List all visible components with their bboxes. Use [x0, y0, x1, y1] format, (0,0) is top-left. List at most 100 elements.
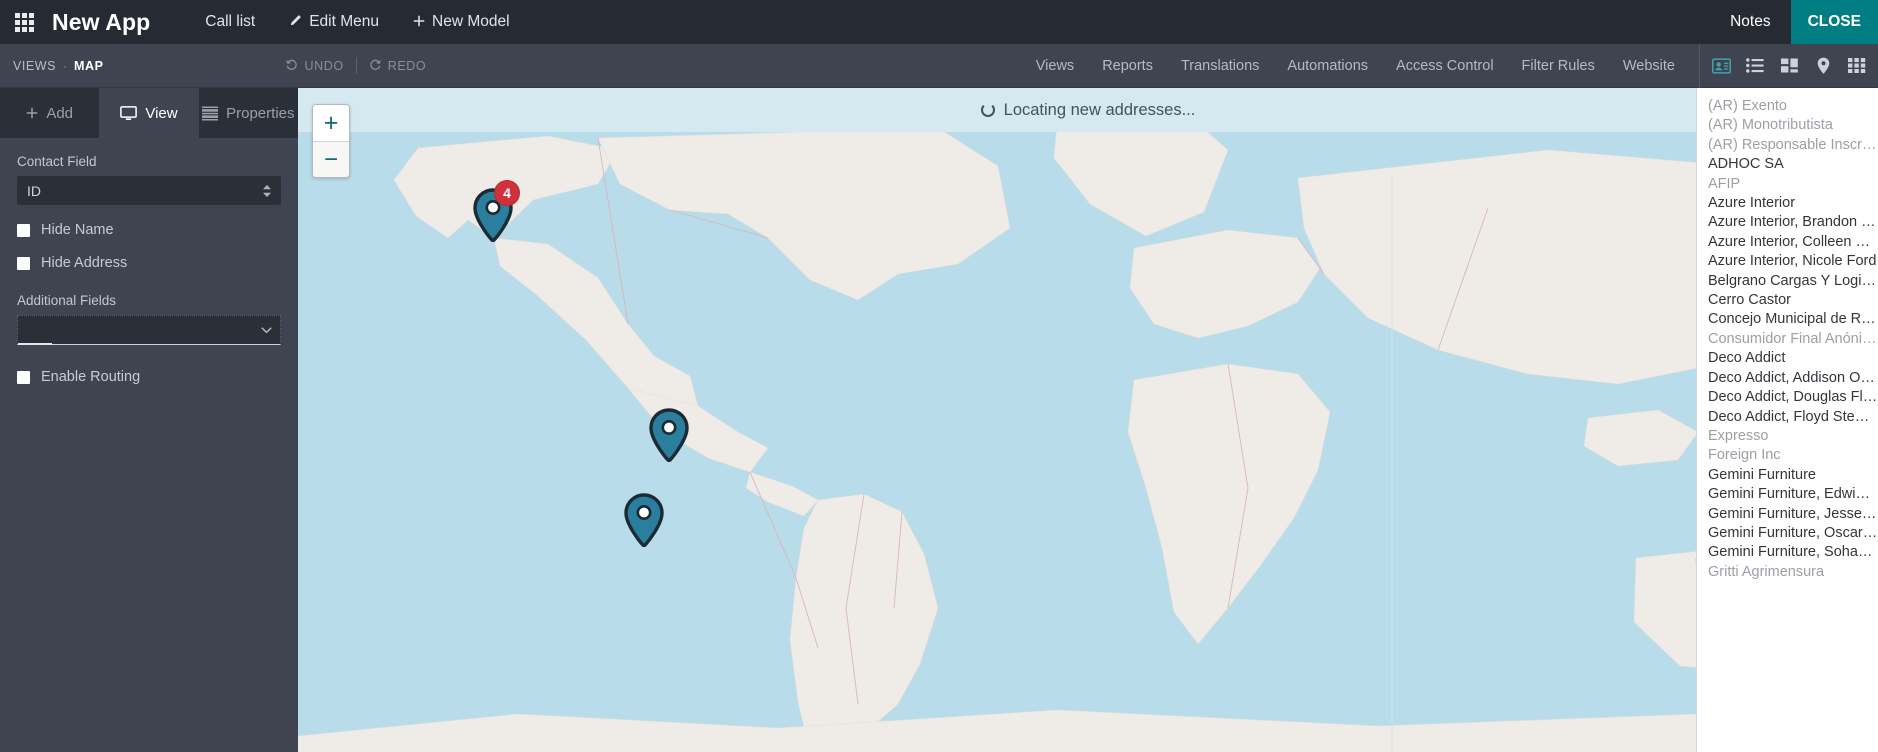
- undo-label: UNDO: [304, 58, 344, 73]
- toolbar-link-views[interactable]: Views: [1022, 58, 1088, 74]
- tab-view-label: View: [145, 104, 178, 122]
- nav-edit-menu-label: Edit Menu: [309, 13, 379, 30]
- undo-redo-group: UNDO REDO: [273, 57, 438, 74]
- toolbar-link-access-control[interactable]: Access Control: [1382, 58, 1508, 74]
- properties-icon: [202, 106, 219, 121]
- marker-argentina-south[interactable]: [623, 493, 665, 552]
- close-button[interactable]: CLOSE: [1790, 0, 1878, 44]
- grid-apps-icon: [14, 12, 34, 32]
- contact-list-item[interactable]: Gemini Furniture, Jesse Br…: [1708, 505, 1878, 524]
- map-view-icon[interactable]: [1806, 44, 1840, 88]
- contact-list-panel[interactable]: (AR) Exento (AR) Monotributista (AR) Respo…: [1696, 88, 1878, 752]
- contact-list-item[interactable]: AFIP: [1708, 175, 1878, 194]
- chevron-updown-icon: [262, 184, 272, 198]
- hide-name-checkbox[interactable]: [17, 223, 30, 237]
- contact-list-item[interactable]: Gemini Furniture, Oscar Mo…: [1708, 524, 1878, 543]
- world-map-graphic: [298, 88, 1878, 752]
- app-root: New App Call list Edit Menu New Model No…: [0, 0, 1878, 752]
- marker-argentina-north[interactable]: [648, 408, 690, 467]
- chevron-down-icon: [261, 321, 272, 339]
- contact-field-value: ID: [27, 182, 41, 199]
- tab-add[interactable]: Add: [0, 88, 100, 138]
- contact-list-item[interactable]: ADHOC SA: [1708, 155, 1878, 174]
- toolbar-link-filter-rules[interactable]: Filter Rules: [1508, 58, 1609, 74]
- redo-icon: [369, 58, 382, 74]
- nav-call-list-label: Call list: [205, 13, 256, 30]
- enable-routing-checkbox[interactable]: [17, 370, 30, 384]
- contact-list-item[interactable]: Gemini Furniture: [1708, 466, 1878, 485]
- contact-list-item[interactable]: Concejo Municipal de Rosa…: [1708, 310, 1878, 329]
- tab-properties-label: Properties: [226, 104, 295, 122]
- apps-grid-icon[interactable]: [0, 0, 48, 44]
- toolbar-link-reports[interactable]: Reports: [1088, 58, 1167, 74]
- contact-card-view-icon[interactable]: [1704, 44, 1738, 88]
- tab-add-label: Add: [46, 104, 74, 122]
- nav-item-notes[interactable]: Notes: [1710, 13, 1791, 31]
- nav-item-new-model[interactable]: New Model: [396, 13, 527, 31]
- list-view-icon[interactable]: [1738, 44, 1772, 88]
- spinner-icon: [980, 103, 995, 117]
- contact-list-item[interactable]: Foreign Inc: [1708, 446, 1878, 465]
- contact-list-item[interactable]: Deco Addict, Floyd Steward: [1708, 408, 1878, 427]
- kanban-view-icon[interactable]: [1772, 44, 1806, 88]
- toolbar-link-translations[interactable]: Translations: [1167, 58, 1273, 74]
- view-switcher: [1699, 43, 1878, 88]
- nav-item-call-list[interactable]: Call list: [188, 13, 272, 31]
- hide-name-label: Hide Name: [41, 222, 114, 238]
- locating-status-text: Locating new addresses...: [1003, 100, 1196, 119]
- tab-properties[interactable]: Properties: [198, 88, 298, 138]
- contact-list-item[interactable]: Azure Interior, Nicole Ford: [1708, 252, 1878, 271]
- hide-address-checkbox[interactable]: [17, 256, 30, 270]
- left-panel: Add View Properties Contact Field ID Hid…: [0, 88, 298, 752]
- zoom-in-button[interactable]: +: [313, 105, 349, 141]
- plus-icon: [413, 15, 425, 30]
- contact-list-item[interactable]: Expresso: [1708, 427, 1878, 446]
- nav-new-model-label: New Model: [432, 13, 510, 30]
- additional-fields-input[interactable]: [17, 315, 281, 345]
- contact-list-item[interactable]: (AR) Responsable Inscripto: [1708, 136, 1878, 155]
- map-zoom-control: + −: [312, 104, 350, 178]
- contact-list-item[interactable]: Gemini Furniture, Soham P…: [1708, 543, 1878, 562]
- locating-status-bar: Locating new addresses...: [298, 88, 1878, 132]
- toolbar-link-website[interactable]: Website: [1609, 58, 1689, 74]
- breadcrumb-views[interactable]: VIEWS: [13, 59, 56, 73]
- zoom-out-button[interactable]: −: [313, 141, 349, 177]
- contact-field-label: Contact Field: [17, 154, 97, 169]
- additional-fields-label: Additional Fields: [17, 293, 117, 308]
- breadcrumb: VIEWS · MAP: [0, 59, 103, 73]
- contact-list-item[interactable]: Consumidor Final Anónimo: [1708, 330, 1878, 349]
- pencil-icon: [289, 14, 302, 30]
- contact-list-item[interactable]: Gemini Furniture, Edwin Ha…: [1708, 485, 1878, 504]
- breadcrumb-map: MAP: [74, 58, 104, 73]
- contact-list-item[interactable]: Deco Addict, Douglas Fletc…: [1708, 388, 1878, 407]
- additional-fields-group: Additional Fields: [17, 293, 281, 345]
- contact-field-select[interactable]: ID: [17, 176, 281, 205]
- enable-routing-label: Enable Routing: [41, 369, 141, 385]
- secondary-toolbar: VIEWS · MAP UNDO REDO Views Reports Tran…: [0, 43, 1878, 88]
- contact-list-item[interactable]: Deco Addict: [1708, 349, 1878, 368]
- marker-badge-count[interactable]: 4: [494, 180, 520, 206]
- hide-name-row[interactable]: Hide Name: [17, 222, 281, 238]
- undo-icon: [285, 58, 298, 74]
- contact-list-item[interactable]: Azure Interior: [1708, 194, 1878, 213]
- contact-list-item[interactable]: Deco Addict, Addison Olson: [1708, 369, 1878, 388]
- contact-list-item[interactable]: Azure Interior, Brandon Fre…: [1708, 213, 1878, 232]
- contact-list-item[interactable]: Cerro Castor: [1708, 291, 1878, 310]
- contact-list-item[interactable]: (AR) Exento: [1708, 97, 1878, 116]
- map-canvas[interactable]: + − 4 Locating new addresses...: [298, 88, 1878, 752]
- hide-address-row[interactable]: Hide Address: [17, 255, 281, 271]
- undo-button[interactable]: UNDO: [273, 58, 355, 74]
- plus-icon: [26, 107, 38, 119]
- contact-list-item[interactable]: (AR) Monotributista: [1708, 116, 1878, 135]
- top-navbar: New App Call list Edit Menu New Model No…: [0, 0, 1878, 44]
- contact-list-item[interactable]: Belgrano Cargas Y Logistic…: [1708, 272, 1878, 291]
- hide-address-label: Hide Address: [41, 255, 128, 271]
- contact-list-item[interactable]: Azure Interior, Colleen Diaz: [1708, 233, 1878, 252]
- toolbar-link-automations[interactable]: Automations: [1273, 58, 1382, 74]
- grid-view-icon[interactable]: [1840, 44, 1874, 88]
- redo-button[interactable]: REDO: [357, 58, 439, 74]
- enable-routing-row[interactable]: Enable Routing: [17, 369, 281, 385]
- contact-list-item[interactable]: Gritti Agrimensura: [1708, 563, 1878, 582]
- tab-view[interactable]: View: [99, 88, 199, 138]
- nav-item-edit-menu[interactable]: Edit Menu: [272, 13, 396, 31]
